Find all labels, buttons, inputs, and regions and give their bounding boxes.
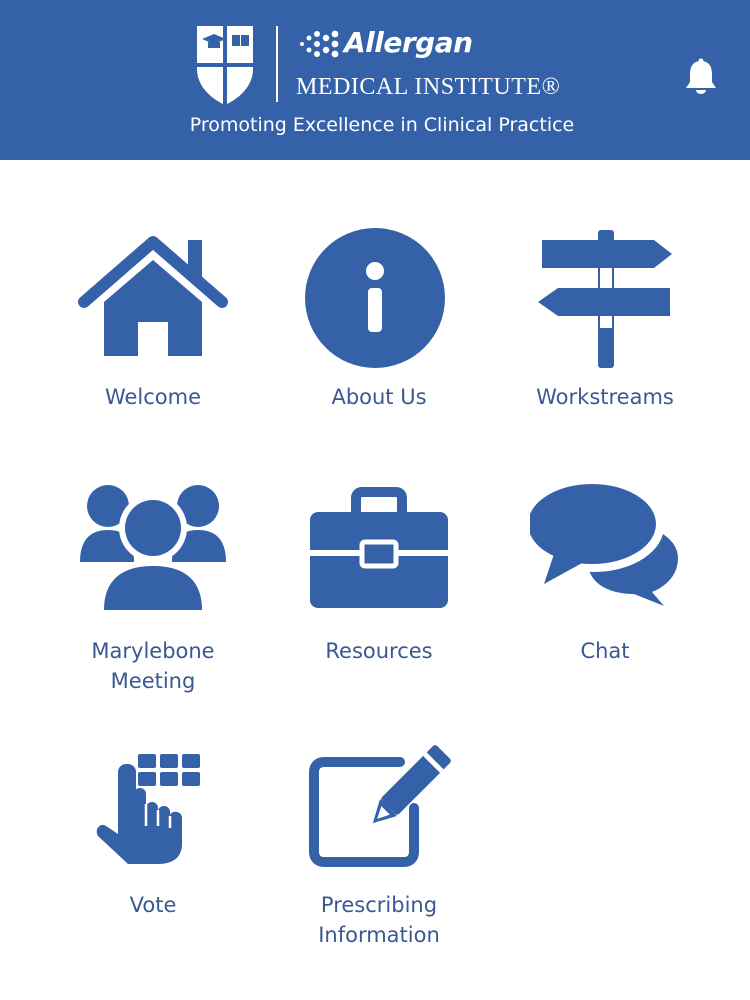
info-icon (305, 228, 445, 368)
menu-tile-vote[interactable]: Vote (38, 734, 258, 974)
tile-label: Resources (325, 639, 433, 663)
brand-name: Allergan (344, 26, 473, 59)
tile-label: Workstreams (536, 385, 674, 409)
tile-label: Chat (580, 639, 630, 663)
signpost-icon (538, 230, 672, 368)
shield-crest-icon (197, 26, 253, 105)
tile-label: Prescribing Information (318, 893, 440, 947)
people-group-icon (80, 485, 226, 614)
tagline: Promoting Excellence in Clinical Practic… (189, 114, 575, 136)
menu-tile-resources[interactable]: Resources (264, 480, 484, 720)
tile-label: Welcome (104, 385, 202, 409)
header-divider (276, 26, 278, 102)
edit-pencil-icon (309, 745, 451, 867)
bell-icon[interactable] (681, 57, 721, 97)
institute-name: MEDICAL INSTITUTE® (296, 74, 561, 100)
briefcase-icon (310, 487, 448, 608)
voting-keypad-icon (96, 754, 200, 864)
menu-tile-chat[interactable]: Chat (490, 480, 710, 720)
chat-bubbles-icon (530, 480, 678, 606)
menu-tile-about-us[interactable]: About Us (264, 226, 484, 466)
menu-tile-workstreams[interactable]: Workstreams (490, 226, 710, 466)
tile-label: About Us (331, 385, 427, 409)
app-header: Allergan MEDICAL INSTITUTE® Promoting Ex… (0, 0, 750, 160)
tile-label: Vote (129, 893, 177, 917)
menu-tile-marylebone-meeting[interactable]: Marylebone Meeting (38, 480, 258, 720)
house-icon (78, 236, 228, 356)
allergan-dots-logo-icon (300, 30, 339, 58)
tile-label: Marylebone Meeting (91, 639, 215, 693)
menu-tile-welcome[interactable]: Welcome (38, 226, 258, 466)
menu-tile-prescribing-information[interactable]: Prescribing Information (264, 734, 484, 974)
